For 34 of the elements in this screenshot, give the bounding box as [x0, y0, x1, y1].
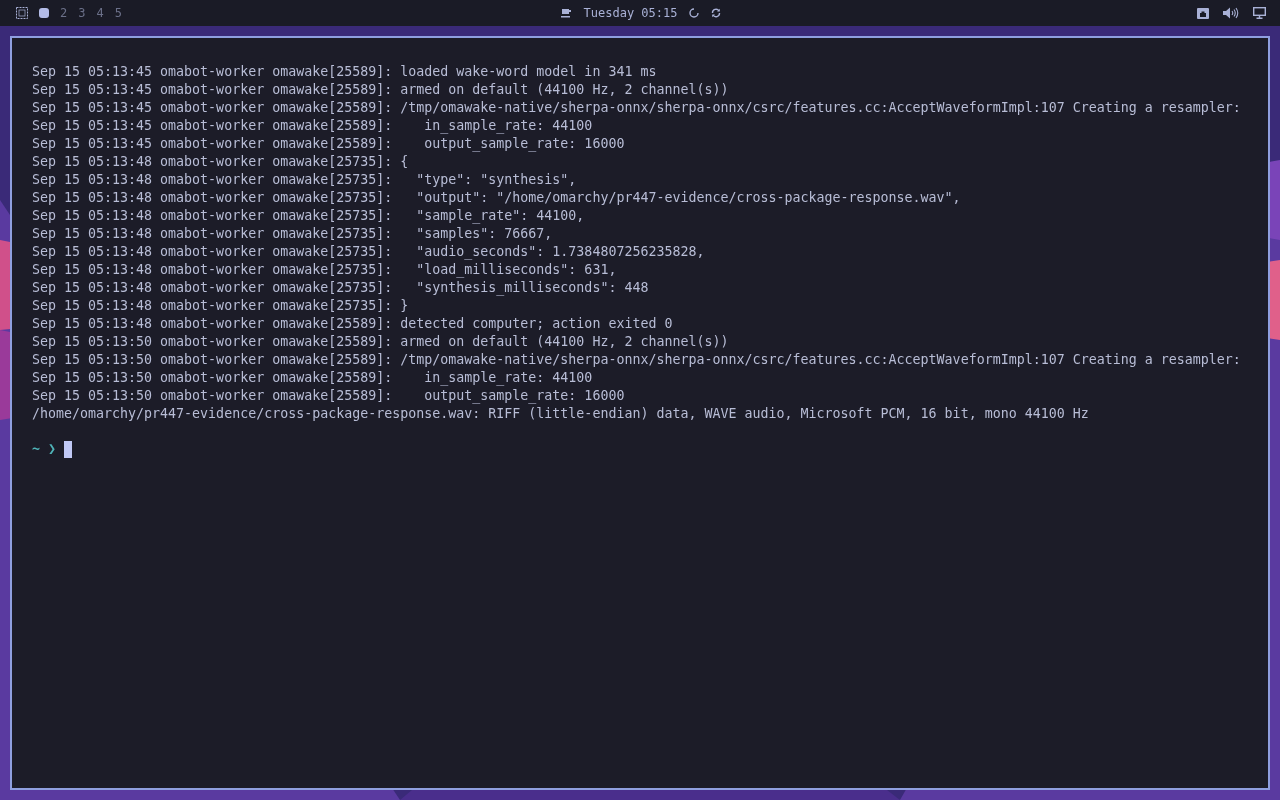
log-line: Sep 15 05:13:50 omabot-worker omawake[25589]: armed on default (44100 Hz, 2 channel(s)): [32, 333, 730, 351]
log-line: Sep 15 05:13:48 omabot-worker omawake[25735]: "load_milliseconds": 631,: [32, 261, 618, 279]
log-line: Sep 15 05:13:48 omabot-worker omawake[25735]: {: [32, 153, 410, 171]
log-line: Sep 15 05:13:48 omabot-worker omawake[25735]: "type": "synthesis",: [32, 171, 578, 189]
log-line: Sep 15 05:13:50 omabot-worker omawake[25589]: output_sample_rate: 16000: [32, 387, 626, 405]
workspace-number[interactable]: 3: [78, 6, 86, 20]
cup-icon[interactable]: [560, 8, 572, 18]
refresh-icon[interactable]: [711, 8, 722, 18]
log-line: Sep 15 05:13:45 omabot-worker omawake[25589]: loaded wake-word model in 341 ms: [32, 63, 658, 81]
clock-text[interactable]: Tuesday 05:15: [583, 6, 678, 20]
log-line: Sep 15 05:13:48 omabot-worker omawake[25735]: }: [32, 297, 410, 315]
log-line: Sep 15 05:13:48 omabot-worker omawake[25735]: "samples": 76667,: [32, 225, 554, 243]
log-line: Sep 15 05:13:48 omabot-worker omawake[25735]: "sample_rate": 44100,: [32, 207, 586, 225]
log-line: Sep 15 05:13:48 omabot-worker omawake[25735]: "synthesis_milliseconds": 448: [32, 279, 650, 297]
log-line: Sep 15 05:13:48 omabot-worker omawake[25735]: "audio_seconds": 1.7384807256235828,: [32, 243, 706, 261]
log-line: Sep 15 05:13:50 omabot-worker omawake[25589]: in_sample_rate: 44100: [32, 369, 594, 387]
log-line: Sep 15 05:13:45 omabot-worker omawake[25589]: /tmp/omawake-native/sherpa-onnx/sherpa-onnx/csrc/features.cc:AcceptWaveformImpl:107 Creating a resampler:: [32, 99, 1242, 117]
log-line: /home/omarchy/pr447-evidence/cross-package-response.wav: RIFF (little-endian) data, WAVE audio, Microsoft PCM, 16 bit, mono 44100 Hz: [32, 405, 1090, 423]
log-line: Sep 15 05:13:48 omabot-worker omawake[25735]: "output": "/home/omarchy/pr447-evidence/cross-package-response.wav",: [32, 189, 962, 207]
volume-icon[interactable]: [1223, 7, 1239, 19]
log-line: Sep 15 05:13:50 omabot-worker omawake[25589]: /tmp/omawake-native/sherpa-onnx/sherpa-onnx/csrc/features.cc:AcceptWaveformImpl:107 Creating a resampler:: [32, 351, 1242, 369]
ethernet-icon[interactable]: [1197, 7, 1209, 19]
workspace-number[interactable]: 5: [114, 6, 122, 20]
workspace-indicator[interactable]: [39, 8, 49, 18]
log-line: Sep 15 05:13:45 omabot-worker omawake[25589]: in_sample_rate: 44100: [32, 117, 594, 135]
workspace-number[interactable]: 2: [60, 6, 68, 20]
log-line: Sep 15 05:13:45 omabot-worker omawake[25589]: output_sample_rate: 16000: [32, 135, 626, 153]
workspace-number[interactable]: 4: [96, 6, 104, 20]
log-line: Sep 15 05:13:48 omabot-worker omawake[25589]: detected computer; action exited 0: [32, 315, 674, 333]
monitor-icon[interactable]: [1253, 7, 1266, 19]
prompt-symbol: ~ ❯: [32, 440, 57, 458]
text-cursor: [64, 440, 73, 458]
layout-icon[interactable]: [16, 7, 28, 19]
log-line: Sep 15 05:13:45 omabot-worker omawake[25589]: armed on default (44100 Hz, 2 channel(s)): [32, 81, 730, 99]
